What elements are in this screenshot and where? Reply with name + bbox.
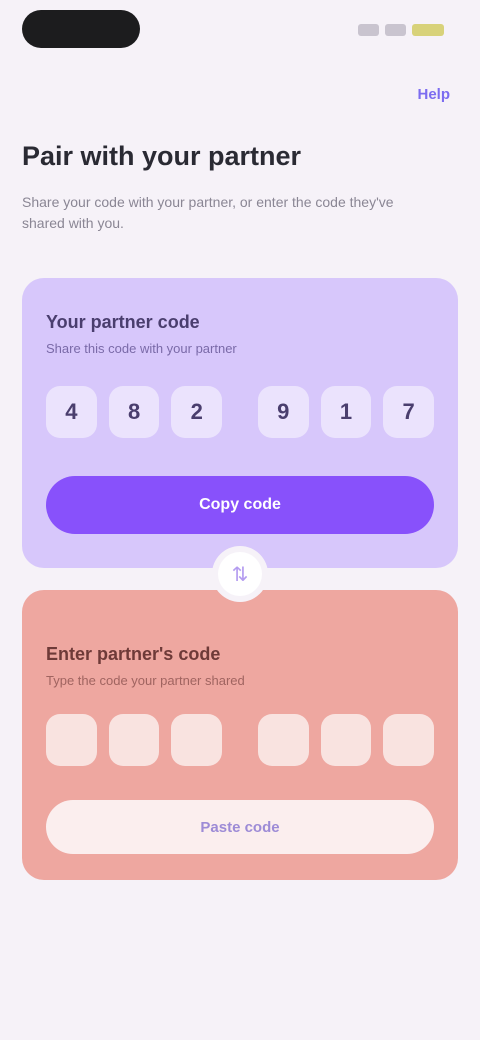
enter-code-digit-input[interactable] <box>171 714 223 766</box>
status-bar <box>0 0 480 60</box>
share-code-digit: 8 <box>108 386 160 438</box>
share-card-subtitle: Share this code with your partner <box>46 341 237 356</box>
enter-code-digit-input[interactable] <box>383 714 435 766</box>
share-code-digits: 4 8 2 9 1 7 <box>46 386 435 438</box>
dynamic-island <box>22 10 140 48</box>
page-subtitle: Share your code with your partner, or en… <box>22 194 394 231</box>
screen: Help Pair with your partner Share your c… <box>0 0 480 1040</box>
enter-code-digit-input[interactable] <box>320 714 372 766</box>
copy-code-button[interactable]: Copy code <box>46 476 434 534</box>
enter-code-digits <box>46 714 435 766</box>
share-code-digit: 9 <box>257 386 309 438</box>
enter-card-title: Enter partner's code <box>46 644 221 664</box>
enter-code-card: Enter partner's code Type the code your … <box>22 590 458 880</box>
swap-button[interactable]: ⇅ <box>212 546 268 602</box>
enter-code-digit-input[interactable] <box>46 714 97 766</box>
help-link[interactable]: Help <box>417 86 450 103</box>
share-code-digit: 2 <box>171 386 223 438</box>
page-title: Pair with your partner <box>22 141 302 171</box>
enter-code-digit-input[interactable] <box>257 714 309 766</box>
share-card-title: Your partner code <box>46 312 200 332</box>
battery-icon <box>411 24 444 36</box>
paste-code-button[interactable]: Paste code <box>46 800 434 854</box>
enter-card-subtitle: Type the code your partner shared <box>46 673 245 688</box>
share-code-digit: 1 <box>320 386 372 438</box>
wifi-icon <box>384 24 406 36</box>
status-icons <box>358 20 444 40</box>
swap-arrows-icon: ⇅ <box>218 552 262 596</box>
share-code-digit: 4 <box>46 386 97 438</box>
share-code-card: Your partner code Share this code with y… <box>22 278 458 568</box>
share-code-digit: 7 <box>383 386 435 438</box>
enter-code-digit-input[interactable] <box>108 714 160 766</box>
signal-icon <box>358 24 379 36</box>
